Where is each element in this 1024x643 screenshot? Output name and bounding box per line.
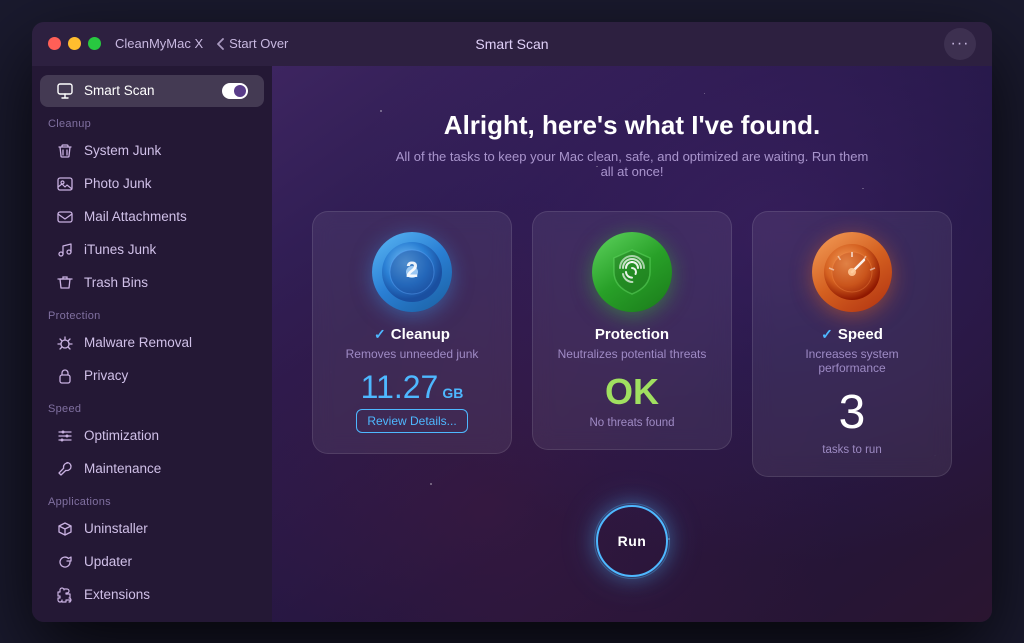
toggle-knob xyxy=(234,85,246,97)
content-area: Alright, here's what I've found. All of … xyxy=(272,66,992,622)
cleanup-card: 2 ✓ xyxy=(312,211,512,454)
cleanup-card-desc: Removes unneeded junk xyxy=(346,347,479,361)
sidebar-item-label: System Junk xyxy=(84,143,161,158)
sidebar-item-label: Trash Bins xyxy=(84,275,148,290)
sidebar-item-updater[interactable]: Updater xyxy=(40,546,264,578)
protection-card-desc: Neutralizes potential threats xyxy=(558,347,707,361)
sidebar-item-label: Extensions xyxy=(84,587,150,602)
sidebar-item-extensions[interactable]: Extensions xyxy=(40,579,264,611)
protection-card-title: Protection xyxy=(595,326,669,343)
protection-icon xyxy=(592,232,672,312)
speed-icon xyxy=(812,232,892,312)
sidebar-item-privacy[interactable]: Privacy xyxy=(40,360,264,392)
sidebar-item-trash-bins[interactable]: Trash Bins xyxy=(40,267,264,299)
music-icon xyxy=(56,241,74,259)
close-button[interactable] xyxy=(48,37,61,50)
sidebar-item-label: Photo Junk xyxy=(84,176,152,191)
more-button[interactable]: ··· xyxy=(944,28,976,60)
protection-footer: No threats found xyxy=(589,417,674,429)
lock-icon xyxy=(56,367,74,385)
sidebar-item-malware-removal[interactable]: Malware Removal xyxy=(40,327,264,359)
speed-card-title: ✓ Speed xyxy=(821,326,883,343)
bug-icon xyxy=(56,334,74,352)
sidebar-item-photo-junk[interactable]: Photo Junk xyxy=(40,168,264,200)
trash-icon xyxy=(56,274,74,292)
sliders-icon xyxy=(56,427,74,445)
sidebar-item-label: Optimization xyxy=(84,428,159,443)
hdd-icon: 2 xyxy=(376,236,448,308)
protection-card: Protection Neutralizes potential threats… xyxy=(532,211,732,450)
sidebar-item-label: Updater xyxy=(84,554,132,569)
box-icon xyxy=(56,520,74,538)
speed-card: ✓ Speed Increases system performance 3 t… xyxy=(752,211,952,477)
speedometer-icon xyxy=(822,242,882,302)
cleanup-check-icon: ✓ xyxy=(374,326,386,343)
ellipsis-icon: ··· xyxy=(951,35,970,53)
sidebar-item-smart-scan[interactable]: Smart Scan xyxy=(40,75,264,107)
content-headline: Alright, here's what I've found. xyxy=(444,110,820,141)
mail-icon xyxy=(56,208,74,226)
sidebar-item-label: Mail Attachments xyxy=(84,209,187,224)
back-nav[interactable]: Start Over xyxy=(215,36,288,51)
window-title: Smart Scan xyxy=(475,36,548,52)
monitor-icon xyxy=(56,82,74,100)
cleanup-value: 11.27 xyxy=(361,371,439,403)
sidebar-item-label: Uninstaller xyxy=(84,521,148,536)
sidebar-item-label: iTunes Junk xyxy=(84,242,156,257)
run-button[interactable]: Run xyxy=(596,505,668,577)
sidebar-item-uninstaller[interactable]: Uninstaller xyxy=(40,513,264,545)
svg-text:2: 2 xyxy=(406,257,418,282)
trash2-icon xyxy=(56,142,74,160)
section-protection: Protection xyxy=(32,300,272,326)
sidebar-item-optimization[interactable]: Optimization xyxy=(40,420,264,452)
section-applications: Applications xyxy=(32,486,272,512)
smart-scan-toggle[interactable] xyxy=(222,83,248,99)
content-subheadline: All of the tasks to keep your Mac clean,… xyxy=(392,149,872,179)
cards-row: 2 ✓ xyxy=(312,211,952,477)
cleanup-icon: 2 xyxy=(372,232,452,312)
fingerprint-shield-icon xyxy=(606,246,658,298)
app-window: CleanMyMac X Start Over Smart Scan ··· xyxy=(32,22,992,622)
review-details-button[interactable]: Review Details... xyxy=(356,409,467,433)
sidebar-item-label: Smart Scan xyxy=(84,83,155,98)
traffic-lights xyxy=(48,37,101,50)
chevron-left-icon xyxy=(215,37,225,51)
titlebar: CleanMyMac X Start Over Smart Scan ··· xyxy=(32,22,992,66)
main-content: Smart Scan Cleanup System Junk xyxy=(32,66,992,622)
sidebar-item-label: Privacy xyxy=(84,368,128,383)
refresh-icon xyxy=(56,553,74,571)
wrench-icon xyxy=(56,460,74,478)
section-speed: Speed xyxy=(32,393,272,419)
sidebar-item-label: Maintenance xyxy=(84,461,161,476)
puzzle-icon xyxy=(56,586,74,604)
sidebar: Smart Scan Cleanup System Junk xyxy=(32,66,272,622)
sidebar-item-mail-attachments[interactable]: Mail Attachments xyxy=(40,201,264,233)
cleanup-card-title: ✓ Cleanup xyxy=(374,326,450,343)
speed-value: 3 xyxy=(839,385,866,440)
sidebar-item-label: Malware Removal xyxy=(84,335,192,350)
cleanup-unit: GB xyxy=(442,385,463,401)
maximize-button[interactable] xyxy=(88,37,101,50)
section-files: Files xyxy=(32,612,272,622)
minimize-button[interactable] xyxy=(68,37,81,50)
app-name: CleanMyMac X xyxy=(115,36,203,51)
back-label: Start Over xyxy=(229,36,288,51)
sidebar-item-itunes-junk[interactable]: iTunes Junk xyxy=(40,234,264,266)
sidebar-item-maintenance[interactable]: Maintenance xyxy=(40,453,264,485)
content-inner: Alright, here's what I've found. All of … xyxy=(272,110,992,577)
cleanup-value-row: 11.27 GB xyxy=(361,371,464,403)
section-cleanup: Cleanup xyxy=(32,108,272,134)
speed-check-icon: ✓ xyxy=(821,326,833,343)
speed-card-desc: Increases system performance xyxy=(777,347,927,375)
speed-footer: tasks to run xyxy=(822,444,881,456)
photo-icon xyxy=(56,175,74,193)
sidebar-item-system-junk[interactable]: System Junk xyxy=(40,135,264,167)
protection-value: OK xyxy=(605,371,659,413)
